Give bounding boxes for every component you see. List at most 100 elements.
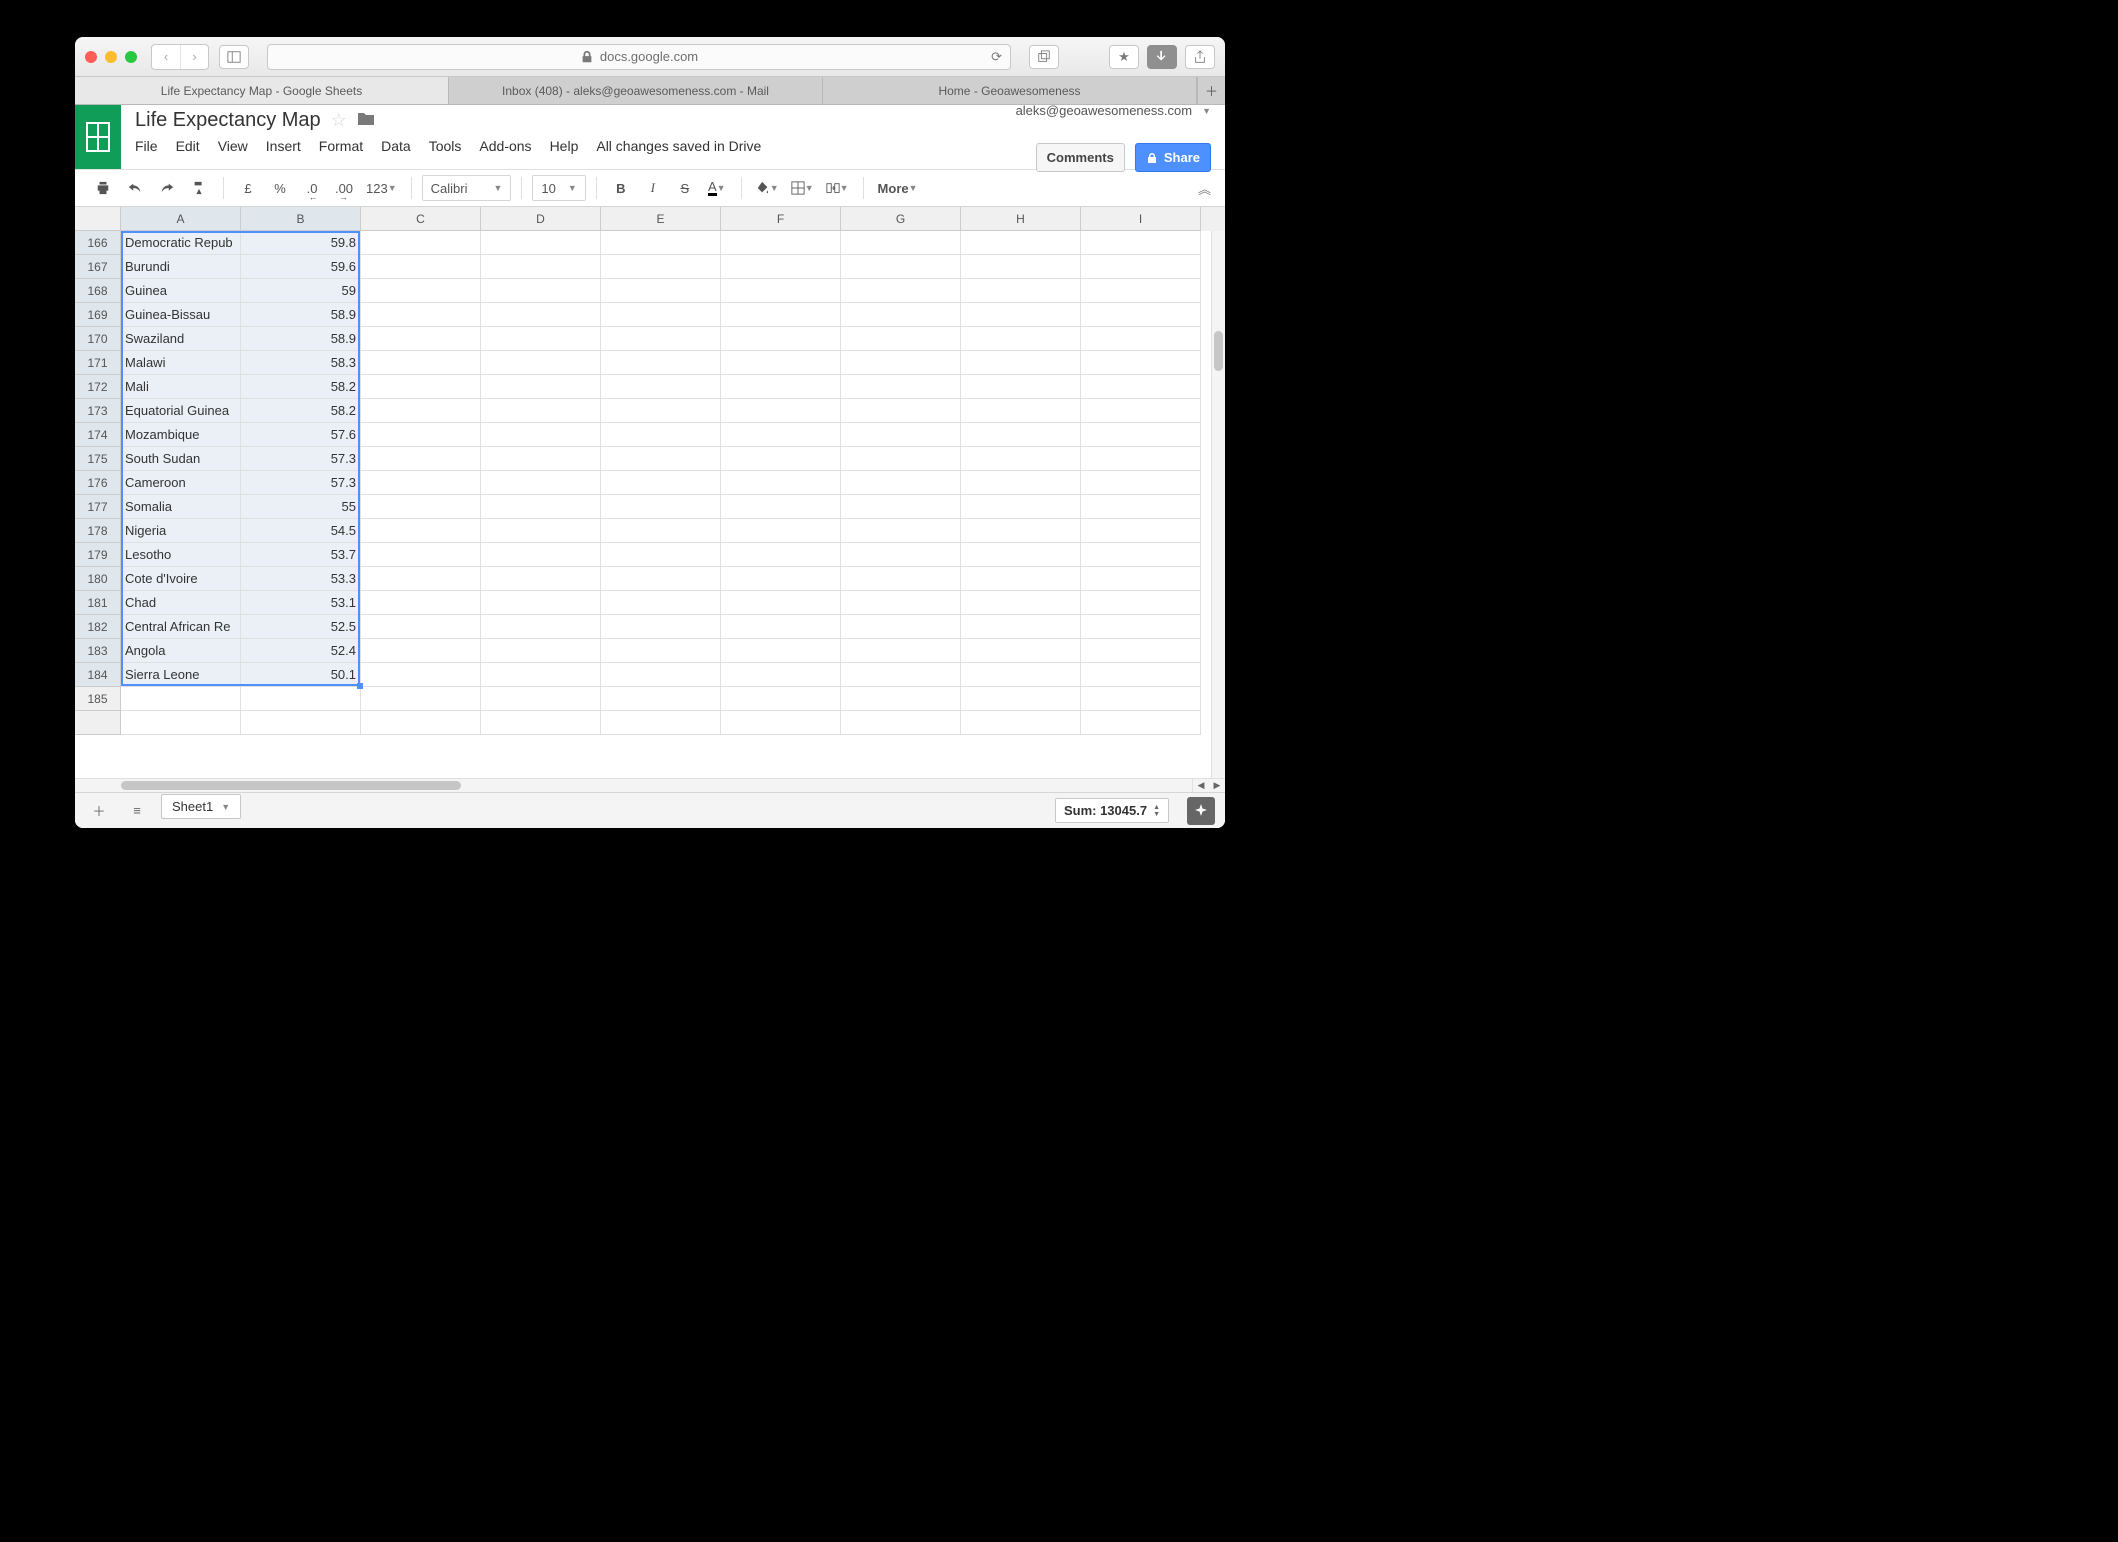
cell[interactable]: [361, 639, 481, 663]
cell[interactable]: [721, 423, 841, 447]
sidebar-toggle-button[interactable]: [219, 45, 249, 69]
forward-button[interactable]: ›: [180, 45, 208, 69]
reload-icon[interactable]: ⟳: [991, 49, 1002, 65]
cell[interactable]: [841, 495, 961, 519]
cell[interactable]: [961, 327, 1081, 351]
cell[interactable]: [1081, 303, 1201, 327]
cell[interactable]: [961, 231, 1081, 255]
user-email[interactable]: aleks@geoawesomeness.com: [1016, 103, 1193, 118]
cell[interactable]: [1081, 663, 1201, 687]
cell[interactable]: [361, 543, 481, 567]
zoom-window-icon[interactable]: [125, 51, 137, 63]
cell[interactable]: Cameroon: [121, 471, 241, 495]
browser-tab-0[interactable]: Life Expectancy Map - Google Sheets: [75, 77, 449, 104]
cell[interactable]: Nigeria: [121, 519, 241, 543]
row-header[interactable]: 176: [75, 471, 121, 495]
cell[interactable]: [481, 591, 601, 615]
cell[interactable]: Chad: [121, 591, 241, 615]
font-size-select[interactable]: 10▼: [532, 175, 585, 201]
merge-cells-button[interactable]: ▼: [822, 174, 853, 202]
menu-edit[interactable]: Edit: [176, 138, 200, 154]
cell[interactable]: [481, 543, 601, 567]
cell[interactable]: 57.3: [241, 471, 361, 495]
cell[interactable]: [961, 303, 1081, 327]
cell[interactable]: [1081, 711, 1201, 735]
cell[interactable]: [481, 327, 601, 351]
cell[interactable]: 58.2: [241, 399, 361, 423]
row-header[interactable]: 179: [75, 543, 121, 567]
cell[interactable]: [841, 687, 961, 711]
row-header[interactable]: 175: [75, 447, 121, 471]
col-header-E[interactable]: E: [601, 207, 721, 231]
cell[interactable]: [361, 375, 481, 399]
cell[interactable]: 52.5: [241, 615, 361, 639]
quicksum[interactable]: Sum: 13045.7 ▲▼: [1055, 798, 1169, 823]
sheet-menu-icon[interactable]: ▼: [221, 802, 230, 812]
cell[interactable]: [361, 279, 481, 303]
share-doc-button[interactable]: Share: [1135, 143, 1211, 172]
cell[interactable]: [601, 543, 721, 567]
cell[interactable]: [601, 327, 721, 351]
text-color-button[interactable]: A ▼: [703, 174, 731, 202]
cell[interactable]: 59.8: [241, 231, 361, 255]
menu-help[interactable]: Help: [550, 138, 579, 154]
print-icon[interactable]: [89, 174, 117, 202]
address-bar[interactable]: docs.google.com ⟳: [267, 44, 1011, 70]
cell[interactable]: [601, 303, 721, 327]
cell[interactable]: [841, 711, 961, 735]
cell[interactable]: [121, 711, 241, 735]
cell[interactable]: [1081, 615, 1201, 639]
account-dropdown-icon[interactable]: ▼: [1202, 106, 1211, 116]
cell[interactable]: [961, 423, 1081, 447]
cell[interactable]: [601, 687, 721, 711]
scroll-right-icon[interactable]: ▶: [1209, 779, 1225, 792]
col-header-F[interactable]: F: [721, 207, 841, 231]
currency-button[interactable]: £: [234, 174, 262, 202]
select-all-corner[interactable]: [75, 207, 121, 231]
cell[interactable]: [361, 447, 481, 471]
cell[interactable]: [1081, 351, 1201, 375]
decrease-decimal-button[interactable]: .0←: [298, 174, 326, 202]
sheet-tab[interactable]: Sheet1▼: [161, 794, 241, 819]
cell[interactable]: Burundi: [121, 255, 241, 279]
cell[interactable]: 52.4: [241, 639, 361, 663]
cell[interactable]: [961, 375, 1081, 399]
cell[interactable]: [1081, 567, 1201, 591]
menu-format[interactable]: Format: [319, 138, 363, 154]
row-header[interactable]: [75, 711, 121, 735]
cell[interactable]: [961, 495, 1081, 519]
cell[interactable]: [601, 231, 721, 255]
cell[interactable]: [721, 231, 841, 255]
cell[interactable]: [841, 327, 961, 351]
cell[interactable]: [601, 615, 721, 639]
cell[interactable]: [841, 279, 961, 303]
row-header[interactable]: 168: [75, 279, 121, 303]
cell[interactable]: [481, 351, 601, 375]
share-button[interactable]: [1185, 45, 1215, 69]
row-header[interactable]: 166: [75, 231, 121, 255]
cell[interactable]: [721, 495, 841, 519]
cell[interactable]: [1081, 471, 1201, 495]
cell[interactable]: [1081, 639, 1201, 663]
spreadsheet-grid[interactable]: ABCDEFGHI166Democratic Repub59.8167Burun…: [75, 207, 1225, 778]
bookmark-button[interactable]: ★: [1109, 45, 1139, 69]
row-header[interactable]: 172: [75, 375, 121, 399]
cell[interactable]: [841, 447, 961, 471]
cell[interactable]: [1081, 447, 1201, 471]
cell[interactable]: [1081, 543, 1201, 567]
font-family-select[interactable]: Calibri▼: [422, 175, 512, 201]
number-format-button[interactable]: 123 ▼: [362, 174, 401, 202]
cell[interactable]: 58.2: [241, 375, 361, 399]
cell[interactable]: Central African Re: [121, 615, 241, 639]
cell[interactable]: [481, 519, 601, 543]
menu-data[interactable]: Data: [381, 138, 411, 154]
col-header-C[interactable]: C: [361, 207, 481, 231]
cell[interactable]: [1081, 255, 1201, 279]
cell[interactable]: [841, 399, 961, 423]
menu-add-ons[interactable]: Add-ons: [479, 138, 531, 154]
cell[interactable]: [721, 687, 841, 711]
cell[interactable]: [961, 399, 1081, 423]
cell[interactable]: Guinea: [121, 279, 241, 303]
cell[interactable]: [361, 495, 481, 519]
comments-button[interactable]: Comments: [1036, 143, 1125, 172]
